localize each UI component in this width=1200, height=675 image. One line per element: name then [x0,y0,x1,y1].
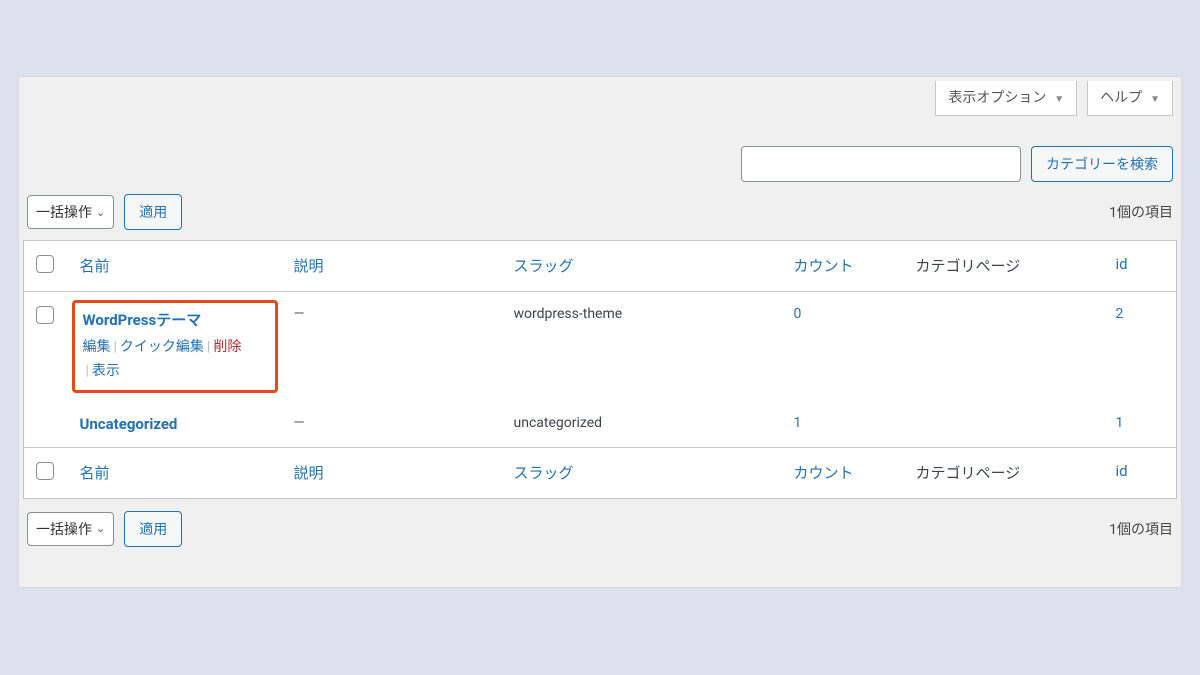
bulk-left: 一括操作 ⌄ 適用 [27,511,182,547]
screen-meta-links: 表示オプション ▼ ヘルプ ▼ [23,77,1177,116]
bulk-left: 一括操作 ⌄ 適用 [27,194,182,230]
delete-link[interactable]: 削除 [213,339,241,355]
row-count-link[interactable]: 0 [794,306,802,322]
chevron-down-icon: ⌄ [96,522,105,535]
row-title-link[interactable]: Uncategorized [80,415,178,433]
row-id: 2 [1116,306,1124,322]
quick-edit-link[interactable]: クイック編集 [120,339,204,355]
search-button[interactable]: カテゴリーを検索 [1031,146,1173,182]
chevron-down-icon: ⌄ [96,206,105,219]
col-slug[interactable]: スラッグ [514,257,574,275]
row-description: — [294,306,305,322]
row-actions: 編集|クイック編集|削除|表示 [83,336,267,384]
table-row: WordPressテーマ 編集|クイック編集|削除|表示 — wordpress… [24,292,1177,401]
bulk-action-label: 一括操作 [36,202,92,222]
col-count[interactable]: カウント [794,257,854,275]
row-count-link[interactable]: 1 [794,415,802,431]
col-category-page: カテゴリページ [904,241,1104,292]
items-count: 1個の項目 [1109,202,1173,222]
col-name[interactable]: 名前 [80,464,110,482]
admin-panel: 表示オプション ▼ ヘルプ ▼ カテゴリーを検索 一括操作 ⌄ 適用 1個の項目 [18,76,1182,588]
highlight-box: WordPressテーマ 編集|クイック編集|削除|表示 [72,300,278,393]
items-count: 1個の項目 [1109,519,1173,539]
screen-options-button[interactable]: 表示オプション ▼ [935,81,1077,116]
col-description[interactable]: 説明 [294,257,324,275]
col-description[interactable]: 説明 [294,464,324,482]
categories-table: 名前 説明 スラッグ カウント カテゴリページ id WordPressテーマ … [23,240,1177,499]
help-label: ヘルプ [1100,89,1142,105]
chevron-down-icon: ▼ [1054,94,1064,105]
table-row: Uncategorized — uncategorized 1 1 [24,401,1177,448]
col-id[interactable]: id [1116,462,1128,480]
row-description: — [294,415,305,431]
bulk-action-label: 一括操作 [36,519,92,539]
select-all-checkbox[interactable] [36,255,54,273]
view-link[interactable]: 表示 [92,363,120,379]
row-slug: uncategorized [514,415,603,431]
select-all-checkbox[interactable] [36,462,54,480]
col-count[interactable]: カウント [794,464,854,482]
col-category-page: カテゴリページ [904,447,1104,498]
search-row: カテゴリーを検索 [23,116,1177,182]
screen-options-label: 表示オプション [948,89,1046,105]
row-id: 1 [1116,415,1124,431]
col-slug[interactable]: スラッグ [514,464,574,482]
bulk-actions-top: 一括操作 ⌄ 適用 1個の項目 [23,182,1177,240]
table-header-row: 名前 説明 スラッグ カウント カテゴリページ id [24,241,1177,292]
row-slug: wordpress-theme [514,306,623,322]
col-name[interactable]: 名前 [80,257,110,275]
search-input[interactable] [741,146,1021,182]
chevron-down-icon: ▼ [1150,94,1160,105]
row-checkbox[interactable] [36,306,54,324]
apply-button[interactable]: 適用 [124,194,182,230]
bulk-actions-bottom: 一括操作 ⌄ 適用 1個の項目 [23,499,1177,557]
row-title-link[interactable]: WordPressテーマ [83,311,202,329]
bulk-action-select[interactable]: 一括操作 ⌄ [27,195,114,229]
apply-button[interactable]: 適用 [124,511,182,547]
help-button[interactable]: ヘルプ ▼ [1087,81,1173,116]
col-id[interactable]: id [1116,255,1128,273]
edit-link[interactable]: 編集 [83,339,111,355]
bulk-action-select[interactable]: 一括操作 ⌄ [27,512,114,546]
table-footer-row: 名前 説明 スラッグ カウント カテゴリページ id [24,447,1177,498]
